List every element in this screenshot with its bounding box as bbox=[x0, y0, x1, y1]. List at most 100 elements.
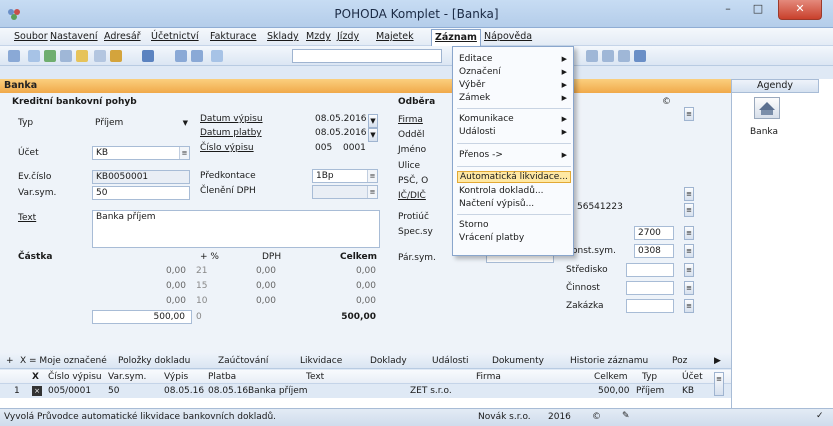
predkontace-input[interactable]: 1Bp ≡ bbox=[312, 169, 378, 183]
predkontace-dropdown-icon[interactable]: ≡ bbox=[367, 170, 377, 182]
menu-fakturace[interactable]: Fakturace bbox=[210, 31, 256, 42]
cislo-vypisu-a[interactable]: 005 bbox=[312, 142, 336, 156]
menu-sklady[interactable]: Sklady bbox=[267, 31, 299, 42]
menu-zaznam[interactable]: Záznam bbox=[431, 29, 481, 46]
col-typ[interactable]: Typ bbox=[642, 372, 657, 382]
col-varsym[interactable]: Var.sym. bbox=[108, 372, 146, 382]
menu-napoveda[interactable]: Nápověda bbox=[484, 31, 532, 42]
stredisko-dropdown-icon[interactable]: ≡ bbox=[684, 263, 694, 277]
agenda-header[interactable]: Agendy bbox=[731, 79, 819, 93]
new-icon[interactable] bbox=[94, 50, 106, 62]
tab-scroll-right-icon[interactable]: ▶ bbox=[714, 356, 721, 366]
menu-item-nacteni-vypisu[interactable]: Načtení výpisů... bbox=[457, 198, 571, 210]
col-text[interactable]: Text bbox=[306, 372, 324, 382]
zakazka-dropdown-icon[interactable]: ≡ bbox=[684, 299, 694, 313]
col-ucet[interactable]: Účet bbox=[682, 372, 703, 382]
menu-jizdy[interactable]: Jízdy bbox=[337, 31, 359, 42]
base-0[interactable]: 500,00 bbox=[92, 310, 192, 324]
help-icon[interactable] bbox=[634, 50, 646, 62]
toolbar-icon-1[interactable] bbox=[8, 50, 20, 62]
tab-add-icon[interactable]: + bbox=[6, 356, 14, 366]
menu-item-storno[interactable]: Storno bbox=[457, 219, 571, 231]
tab-likvidace[interactable]: Likvidace bbox=[300, 356, 342, 366]
col-platba[interactable]: Platba bbox=[208, 372, 236, 382]
grid-scroll-icon[interactable]: ≡ bbox=[714, 372, 724, 396]
menu-item-komunikace[interactable]: Komunikace ▶ bbox=[457, 113, 571, 125]
col-x[interactable]: X bbox=[32, 372, 39, 382]
typ-select[interactable]: Příjem ▼ bbox=[92, 117, 190, 131]
konstsym-input[interactable]: 0308 bbox=[634, 244, 674, 258]
base-15[interactable]: 0,00 bbox=[92, 280, 188, 294]
varsym-input[interactable]: 50 bbox=[92, 186, 190, 200]
menu-item-kontrola-dokladu[interactable]: Kontrola dokladů... bbox=[457, 185, 571, 197]
tab-zauctovani[interactable]: Zaúčtování bbox=[218, 356, 268, 366]
table-row[interactable]: 1 × 005/0001 50 08.05.16 08.05.16 Banka … bbox=[0, 385, 731, 398]
protiucet-input[interactable]: 2700 bbox=[634, 226, 674, 240]
tab-polozky-dokladu[interactable]: Položky dokladu bbox=[118, 356, 190, 366]
minimize-button[interactable]: – bbox=[715, 0, 741, 20]
evcislo-input[interactable]: KB0050001 bbox=[92, 170, 190, 184]
ulice-dropdown-icon[interactable]: ≡ bbox=[684, 187, 694, 201]
menu-ucetnictvi[interactable]: Účetnictví bbox=[151, 31, 199, 42]
menu-item-automaticka-likvidace[interactable]: Automatická likvidace... bbox=[457, 171, 571, 183]
ic-dropdown-icon[interactable]: ≡ bbox=[684, 203, 694, 217]
menu-nastaveni[interactable]: Nastavení bbox=[50, 31, 98, 42]
row-mark-icon[interactable]: × bbox=[32, 386, 42, 396]
protiucet-dropdown-icon[interactable]: ≡ bbox=[684, 226, 694, 240]
print-icon[interactable] bbox=[44, 50, 56, 62]
banka-agenda-icon[interactable] bbox=[754, 97, 780, 119]
col-vypis[interactable]: Výpis bbox=[164, 372, 188, 382]
cislo-vypisu-b[interactable]: 0001 bbox=[340, 142, 370, 156]
menu-item-vyber[interactable]: Výběr ▶ bbox=[457, 79, 571, 91]
close-button[interactable]: ✕ bbox=[778, 0, 822, 20]
datum-platby-dropdown-icon[interactable]: ▼ bbox=[368, 128, 378, 142]
folder-icon[interactable] bbox=[76, 50, 88, 62]
col-firma[interactable]: Firma bbox=[476, 372, 501, 382]
edit-icon[interactable] bbox=[110, 50, 122, 62]
copy-icon[interactable] bbox=[211, 50, 223, 62]
menu-item-vraceni-platby[interactable]: Vrácení platby bbox=[457, 232, 571, 244]
zakazka-input[interactable] bbox=[626, 299, 674, 313]
ic-value[interactable]: 56541223 bbox=[574, 201, 632, 215]
save-icon[interactable] bbox=[175, 50, 187, 62]
menu-item-zamek[interactable]: Zámek ▶ bbox=[457, 92, 571, 104]
datum-vypisu-dropdown-icon[interactable]: ▼ bbox=[368, 114, 378, 128]
base-21[interactable]: 0,00 bbox=[92, 265, 188, 279]
firma-dropdown-icon[interactable]: ≡ bbox=[684, 107, 694, 121]
toolbar-icon-r2[interactable] bbox=[602, 50, 614, 62]
cleneni-dropdown-icon[interactable]: ≡ bbox=[367, 186, 377, 198]
menu-mzdy[interactable]: Mzdy bbox=[306, 31, 331, 42]
col-celkem[interactable]: Celkem bbox=[594, 372, 628, 382]
menu-item-udalosti[interactable]: Události ▶ bbox=[457, 126, 571, 138]
toolbar-icon-r3[interactable] bbox=[618, 50, 630, 62]
menu-adresar[interactable]: Adresář bbox=[104, 31, 141, 42]
nav-icon[interactable] bbox=[142, 50, 154, 62]
menu-item-oznaceni[interactable]: Označení ▶ bbox=[457, 66, 571, 78]
menu-item-editace[interactable]: Editace ▶ bbox=[457, 53, 571, 65]
col-cislo-vypisu[interactable]: Číslo výpisu bbox=[48, 372, 102, 382]
menu-majetek[interactable]: Majetek bbox=[376, 31, 414, 42]
tab-moje-oznacene[interactable]: X = Moje označené bbox=[20, 356, 107, 366]
tab-doklady[interactable]: Doklady bbox=[370, 356, 407, 366]
menu-item-prenos[interactable]: Přenos -> ▶ bbox=[457, 149, 571, 161]
tab-udalosti[interactable]: Události bbox=[432, 356, 469, 366]
ucet-dropdown-icon[interactable]: ≡ bbox=[179, 147, 189, 159]
agenda-item-banka[interactable]: Banka bbox=[750, 127, 778, 137]
stredisko-input[interactable] bbox=[626, 263, 674, 277]
ucet-input[interactable]: KB ≡ bbox=[92, 146, 190, 160]
cinnost-input[interactable] bbox=[626, 281, 674, 295]
toolbar-combo[interactable] bbox=[292, 49, 442, 63]
base-10[interactable]: 0,00 bbox=[92, 295, 188, 309]
tab-historie[interactable]: Historie záznamu bbox=[570, 356, 648, 366]
cleneni-dph-input[interactable]: ≡ bbox=[312, 185, 378, 199]
save2-icon[interactable] bbox=[191, 50, 203, 62]
preview-icon[interactable] bbox=[60, 50, 72, 62]
cinnost-dropdown-icon[interactable]: ≡ bbox=[684, 281, 694, 295]
text-input[interactable]: Banka příjem bbox=[92, 210, 380, 248]
toolbar-icon-2[interactable] bbox=[28, 50, 40, 62]
menu-soubor[interactable]: Soubor bbox=[14, 31, 48, 42]
tab-dokumenty[interactable]: Dokumenty bbox=[492, 356, 544, 366]
konstsym-dropdown-icon[interactable]: ≡ bbox=[684, 244, 694, 258]
maximize-button[interactable]: □ bbox=[745, 0, 771, 20]
tab-poz[interactable]: Poz bbox=[672, 356, 687, 366]
